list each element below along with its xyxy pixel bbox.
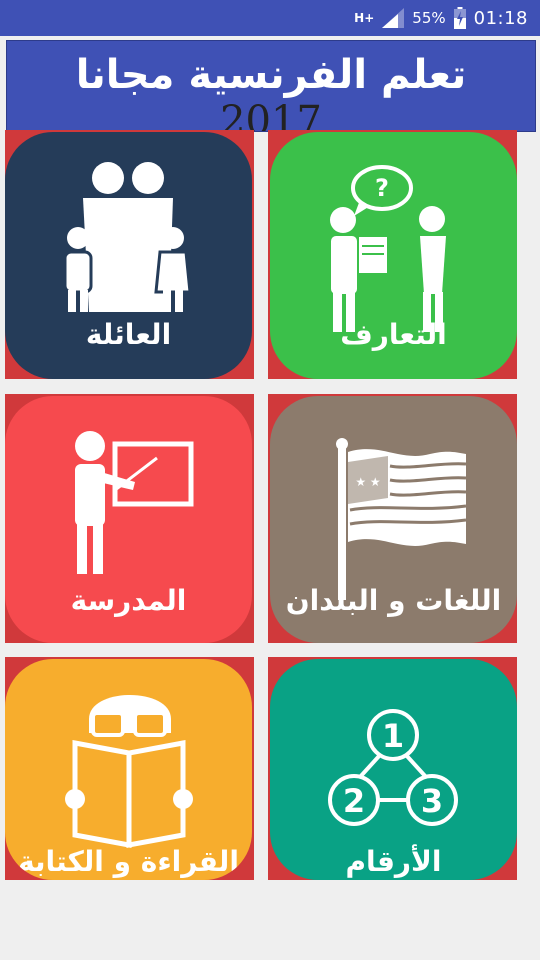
tile-family[interactable]: العائلة: [5, 132, 252, 379]
title-banner: تعلم الفرنسية مجانا 2017: [6, 40, 536, 132]
status-bar: H+ 55% 01:18: [0, 0, 540, 36]
tile-label: اللغات و البلدان: [285, 584, 502, 617]
svg-text:?: ?: [375, 174, 389, 202]
digit-two: 2: [343, 782, 365, 820]
tile-label: العائلة: [85, 318, 172, 351]
app-title: تعلم الفرنسية مجانا: [75, 52, 467, 98]
tile-label: الأرقام: [345, 845, 442, 878]
svg-text:★ ★: ★ ★: [355, 475, 380, 489]
tile-reading-writing[interactable]: القراءة و الكتابة: [5, 659, 252, 880]
signal-icon: [382, 8, 405, 28]
topics-grid: ? التعارف العائلة ★ ★ اللغات و البلدان ا…: [0, 130, 540, 880]
tile-label: المدرسة: [70, 584, 187, 617]
tile-label: القراءة و الكتابة: [18, 845, 239, 878]
tile-introductions[interactable]: ? التعارف: [270, 132, 517, 379]
digit-three: 3: [421, 782, 443, 820]
digit-one: 1: [382, 717, 404, 755]
tile-numbers[interactable]: 1 2 3 الأرقام: [270, 659, 517, 880]
title-year: 2017: [220, 98, 322, 132]
tile-school[interactable]: المدرسة: [5, 396, 252, 643]
network-type-indicator: H+: [354, 10, 375, 25]
battery-percent: 55%: [412, 9, 446, 27]
clock: 01:18: [473, 7, 528, 29]
tile-languages-countries[interactable]: ★ ★ اللغات و البلدان: [270, 396, 517, 643]
tile-label: التعارف: [340, 318, 447, 351]
battery-charging-icon: [453, 7, 466, 29]
